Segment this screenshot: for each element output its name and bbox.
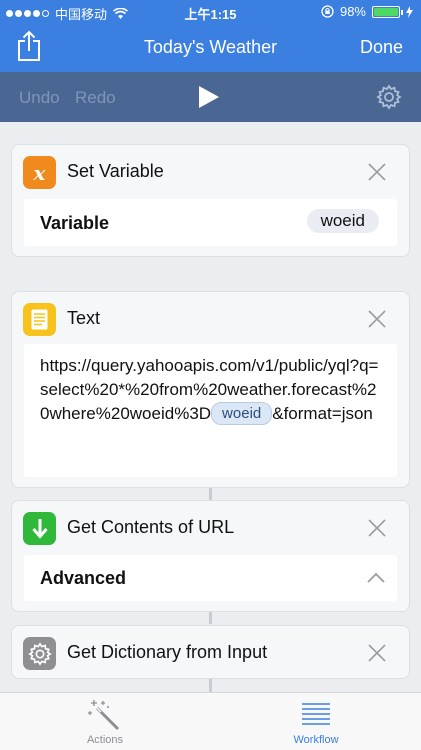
workflow-canvas: x Set Variable Variable woeid Text https… bbox=[0, 122, 421, 692]
redo-button[interactable]: Redo bbox=[75, 88, 116, 108]
tab-label: Workflow bbox=[293, 734, 339, 746]
text-field[interactable]: https://query.yahooapis.com/v1/public/yq… bbox=[24, 344, 397, 477]
action-title: Text bbox=[67, 308, 101, 328]
field-label: Advanced bbox=[40, 568, 127, 588]
action-set-variable[interactable]: x Set Variable Variable woeid bbox=[11, 144, 410, 257]
close-icon[interactable] bbox=[367, 309, 387, 329]
action-get-dictionary-from-input[interactable]: Get Dictionary from Input bbox=[11, 625, 410, 679]
page-title: Today's Weather bbox=[143, 37, 278, 57]
advanced-options-row[interactable]: Advanced bbox=[24, 555, 397, 601]
battery-percent: 98% bbox=[339, 4, 366, 19]
play-icon[interactable] bbox=[198, 85, 220, 109]
status-bar: 中国移动 上午1:15 98% bbox=[0, 0, 421, 22]
action-connector bbox=[209, 612, 212, 624]
action-title: Get Dictionary from Input bbox=[67, 642, 268, 662]
charging-icon bbox=[406, 5, 413, 18]
variable-token[interactable]: woeid bbox=[211, 402, 273, 425]
action-text[interactable]: Text https://query.yahooapis.com/v1/publ… bbox=[11, 291, 410, 488]
gear-icon[interactable] bbox=[376, 84, 402, 110]
tab-workflow[interactable]: Workflow bbox=[211, 693, 421, 750]
list-icon bbox=[302, 703, 330, 725]
orientation-lock-icon bbox=[321, 5, 334, 18]
action-title: Set Variable bbox=[67, 161, 164, 181]
close-icon[interactable] bbox=[367, 643, 387, 663]
field-label: Variable bbox=[40, 213, 110, 233]
gear-icon bbox=[23, 637, 56, 670]
variable-name-token[interactable]: woeid bbox=[306, 209, 379, 233]
tab-bar: Actions Workflow bbox=[0, 692, 421, 750]
text-content[interactable]: https://query.yahooapis.com/v1/public/yq… bbox=[40, 354, 381, 426]
close-icon[interactable] bbox=[367, 518, 387, 538]
battery-icon bbox=[372, 5, 403, 18]
action-get-contents-of-url[interactable]: Get Contents of URL Advanced bbox=[11, 500, 410, 612]
action-connector bbox=[209, 679, 212, 692]
chevron-up-icon[interactable] bbox=[367, 572, 385, 583]
close-icon[interactable] bbox=[367, 162, 387, 182]
undo-button[interactable]: Undo bbox=[19, 88, 60, 108]
top-bar: 中国移动 上午1:15 98% Today's Weather Done bbox=[0, 0, 421, 72]
editor-toolbar: Undo Redo bbox=[0, 72, 421, 122]
download-icon bbox=[23, 512, 56, 545]
done-button[interactable]: Done bbox=[360, 37, 403, 58]
action-title: Get Contents of URL bbox=[67, 517, 235, 537]
action-connector bbox=[209, 488, 212, 500]
magic-wand-icon bbox=[88, 700, 120, 731]
document-icon bbox=[23, 303, 56, 336]
tab-label: Actions bbox=[86, 734, 124, 746]
navigation-bar: Today's Weather Done bbox=[0, 22, 421, 72]
tab-actions[interactable]: Actions bbox=[0, 693, 210, 750]
variable-field[interactable]: Variable woeid bbox=[24, 199, 397, 246]
variable-icon: x bbox=[23, 156, 56, 189]
